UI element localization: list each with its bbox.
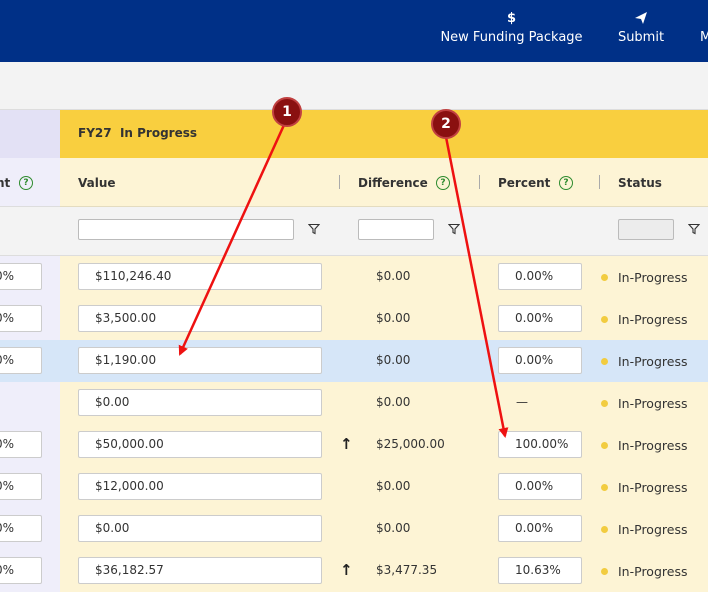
difference-value: $25,000.00	[376, 437, 445, 451]
value-input[interactable]: $0.00	[78, 515, 322, 542]
status-text: In-Progress	[618, 396, 688, 411]
percent-input[interactable]: 0.00%	[498, 263, 582, 290]
difference-value: $0.00	[376, 395, 411, 409]
more-button[interactable]: M	[700, 0, 708, 62]
difference-value: $3,477.35	[376, 563, 438, 577]
status-text: In-Progress	[618, 312, 688, 327]
percent-input[interactable]: 0.00%	[498, 473, 582, 500]
help-icon[interactable]: ?	[19, 176, 33, 190]
difference-value: $0.00	[376, 269, 411, 283]
fiscal-year-header: FY27 In Progress	[60, 110, 708, 158]
difference-value: $0.00	[376, 353, 411, 367]
status-dot-icon	[601, 358, 608, 365]
table-row[interactable]: 0% $12,000.00 $0.00 0.00% In-Progress	[0, 466, 708, 509]
column-separator[interactable]	[339, 175, 340, 189]
status-dot-icon	[601, 316, 608, 323]
table-row[interactable]: 0% $0.00 $0.00 0.00% In-Progress	[0, 508, 708, 551]
arrow-up-icon: ↑	[340, 561, 353, 579]
new-funding-package-button[interactable]: $ New Funding Package	[440, 0, 583, 62]
value-input[interactable]: $0.00	[78, 389, 322, 416]
submit-label: Submit	[617, 30, 665, 45]
top-toolbar: $ New Funding Package Submit M	[0, 0, 708, 62]
status-text: In-Progress	[618, 354, 688, 369]
value-input[interactable]: $36,182.57	[78, 557, 322, 584]
percent-help-icon[interactable]: ?	[559, 176, 573, 190]
sub-header-strip	[0, 62, 708, 110]
difference-value: $0.00	[376, 521, 411, 535]
percent-input[interactable]: 10.63%	[498, 557, 582, 584]
status-text: In-Progress	[618, 270, 688, 285]
status-dot-icon	[601, 484, 608, 491]
table-row-selected[interactable]: 0% $1,190.00 $0.00 0.00% In-Progress	[0, 340, 708, 383]
status-dot-icon	[601, 568, 608, 575]
value-input[interactable]: $12,000.00	[78, 473, 322, 500]
percent-column-header[interactable]: Percent	[498, 176, 550, 190]
status-text: In-Progress	[618, 438, 688, 453]
table-row[interactable]: 0% $110,246.40 $0.00 0.00% In-Progress	[0, 256, 708, 299]
more-label: M	[700, 30, 708, 45]
prev-percent-input[interactable]: 0%	[0, 557, 42, 584]
send-icon	[612, 11, 670, 30]
prev-percent-input[interactable]: 0%	[0, 431, 42, 458]
filter-icon[interactable]	[308, 223, 320, 235]
percent-input[interactable]: 0.00%	[498, 515, 582, 542]
prev-percent-input[interactable]: 0%	[0, 515, 42, 542]
prev-fiscal-year-header	[0, 110, 60, 158]
status-dot-icon	[601, 442, 608, 449]
column-headers: Value Difference ? Percent ? Status	[60, 158, 708, 207]
value-input[interactable]: $50,000.00	[78, 431, 322, 458]
left-cut-header: nt	[0, 176, 11, 190]
filter-icon[interactable]	[688, 223, 700, 235]
percent-input[interactable]: 0.00%	[498, 305, 582, 332]
status-filter-select[interactable]	[618, 219, 674, 240]
value-input[interactable]: $110,246.40	[78, 263, 322, 290]
percent-input[interactable]: 0.00%	[498, 347, 582, 374]
prev-percent-input[interactable]: 0%	[0, 347, 42, 374]
status-dot-icon	[601, 400, 608, 407]
value-input[interactable]: $1,190.00	[78, 347, 322, 374]
status-column-header[interactable]: Status	[618, 176, 662, 190]
table-row[interactable]: 0% $3,500.00 $0.00 0.00% In-Progress	[0, 298, 708, 341]
status-dot-icon	[601, 526, 608, 533]
annotation-badge-2: 2	[431, 109, 461, 139]
difference-value: $0.00	[376, 479, 411, 493]
prev-percent-input[interactable]: 0%	[0, 473, 42, 500]
status-dot-icon	[601, 274, 608, 281]
value-column-header[interactable]: Value	[78, 176, 116, 190]
annotation-badge-1: 1	[272, 97, 302, 127]
difference-help-icon[interactable]: ?	[436, 176, 450, 190]
status-text: In-Progress	[618, 480, 688, 495]
difference-value: $0.00	[376, 311, 411, 325]
column-separator[interactable]	[479, 175, 480, 189]
percent-input[interactable]: 100.00%	[498, 431, 582, 458]
dollar-icon: $	[506, 11, 517, 26]
arrow-up-icon: ↑	[340, 435, 353, 453]
filter-row	[0, 207, 708, 256]
prev-column-header: nt ?	[0, 158, 60, 207]
value-input[interactable]: $3,500.00	[78, 305, 322, 332]
table-row[interactable]: 0% $50,000.00 ↑ $25,000.00 100.00% In-Pr…	[0, 424, 708, 467]
prev-percent-input[interactable]: 0%	[0, 263, 42, 290]
new-funding-package-label: New Funding Package	[440, 30, 583, 45]
filter-icon[interactable]	[448, 223, 460, 235]
value-filter-input[interactable]	[78, 219, 294, 240]
difference-column-header[interactable]: Difference	[358, 176, 428, 190]
difference-filter-input[interactable]	[358, 219, 434, 240]
percent-empty: —	[516, 395, 528, 409]
status-text: In-Progress	[618, 564, 688, 579]
table-row[interactable]: $0.00 $0.00 — In-Progress	[0, 382, 708, 425]
column-separator[interactable]	[599, 175, 600, 189]
status-text: In-Progress	[618, 522, 688, 537]
fiscal-year-label: FY27 In Progress	[78, 126, 198, 140]
prev-percent-input[interactable]: 0%	[0, 305, 42, 332]
submit-button[interactable]: Submit	[612, 0, 670, 62]
